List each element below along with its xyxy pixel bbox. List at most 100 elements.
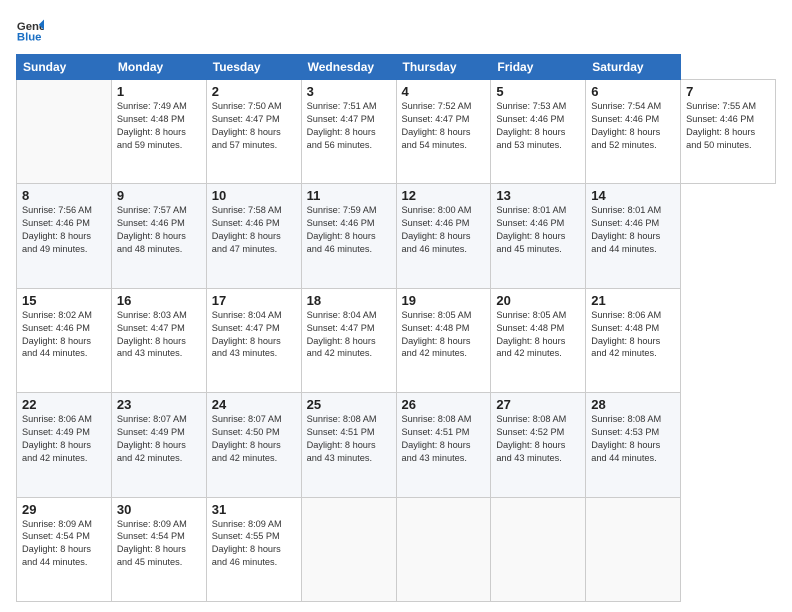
day-cell-19: 19 Sunrise: 8:05 AM Sunset: 4:48 PM Dayl… xyxy=(396,288,491,392)
day-number: 27 xyxy=(496,397,580,412)
day-number: 8 xyxy=(22,188,106,203)
empty-cell xyxy=(396,497,491,601)
day-number: 1 xyxy=(117,84,201,99)
day-number: 21 xyxy=(591,293,675,308)
day-detail: Sunrise: 7:59 AM Sunset: 4:46 PM Dayligh… xyxy=(307,204,391,256)
day-cell-16: 16 Sunrise: 8:03 AM Sunset: 4:47 PM Dayl… xyxy=(111,288,206,392)
calendar-body: 1 Sunrise: 7:49 AM Sunset: 4:48 PM Dayli… xyxy=(17,80,776,602)
day-detail: Sunrise: 7:57 AM Sunset: 4:46 PM Dayligh… xyxy=(117,204,201,256)
day-detail: Sunrise: 8:05 AM Sunset: 4:48 PM Dayligh… xyxy=(496,309,580,361)
day-detail: Sunrise: 7:56 AM Sunset: 4:46 PM Dayligh… xyxy=(22,204,106,256)
day-cell-24: 24 Sunrise: 8:07 AM Sunset: 4:50 PM Dayl… xyxy=(206,393,301,497)
day-cell-7: 7 Sunrise: 7:55 AM Sunset: 4:46 PM Dayli… xyxy=(681,80,776,184)
day-of-week-row: SundayMondayTuesdayWednesdayThursdayFrid… xyxy=(17,55,776,80)
day-number: 17 xyxy=(212,293,296,308)
day-detail: Sunrise: 7:50 AM Sunset: 4:47 PM Dayligh… xyxy=(212,100,296,152)
day-cell-12: 12 Sunrise: 8:00 AM Sunset: 4:46 PM Dayl… xyxy=(396,184,491,288)
day-cell-10: 10 Sunrise: 7:58 AM Sunset: 4:46 PM Dayl… xyxy=(206,184,301,288)
day-number: 6 xyxy=(591,84,675,99)
day-detail: Sunrise: 8:06 AM Sunset: 4:49 PM Dayligh… xyxy=(22,413,106,465)
day-cell-25: 25 Sunrise: 8:08 AM Sunset: 4:51 PM Dayl… xyxy=(301,393,396,497)
day-cell-13: 13 Sunrise: 8:01 AM Sunset: 4:46 PM Dayl… xyxy=(491,184,586,288)
day-cell-28: 28 Sunrise: 8:08 AM Sunset: 4:53 PM Dayl… xyxy=(586,393,681,497)
day-cell-22: 22 Sunrise: 8:06 AM Sunset: 4:49 PM Dayl… xyxy=(17,393,112,497)
dow-header-saturday: Saturday xyxy=(586,55,681,80)
day-number: 9 xyxy=(117,188,201,203)
day-number: 14 xyxy=(591,188,675,203)
day-number: 4 xyxy=(402,84,486,99)
day-detail: Sunrise: 8:06 AM Sunset: 4:48 PM Dayligh… xyxy=(591,309,675,361)
dow-header-wednesday: Wednesday xyxy=(301,55,396,80)
dow-header-monday: Monday xyxy=(111,55,206,80)
day-cell-30: 30 Sunrise: 8:09 AM Sunset: 4:54 PM Dayl… xyxy=(111,497,206,601)
day-cell-15: 15 Sunrise: 8:02 AM Sunset: 4:46 PM Dayl… xyxy=(17,288,112,392)
day-number: 25 xyxy=(307,397,391,412)
day-cell-6: 6 Sunrise: 7:54 AM Sunset: 4:46 PM Dayli… xyxy=(586,80,681,184)
day-cell-27: 27 Sunrise: 8:08 AM Sunset: 4:52 PM Dayl… xyxy=(491,393,586,497)
day-cell-11: 11 Sunrise: 7:59 AM Sunset: 4:46 PM Dayl… xyxy=(301,184,396,288)
day-number: 7 xyxy=(686,84,770,99)
day-detail: Sunrise: 8:07 AM Sunset: 4:49 PM Dayligh… xyxy=(117,413,201,465)
day-cell-17: 17 Sunrise: 8:04 AM Sunset: 4:47 PM Dayl… xyxy=(206,288,301,392)
day-cell-8: 8 Sunrise: 7:56 AM Sunset: 4:46 PM Dayli… xyxy=(17,184,112,288)
day-cell-31: 31 Sunrise: 8:09 AM Sunset: 4:55 PM Dayl… xyxy=(206,497,301,601)
day-number: 23 xyxy=(117,397,201,412)
day-detail: Sunrise: 8:08 AM Sunset: 4:52 PM Dayligh… xyxy=(496,413,580,465)
dow-header-thursday: Thursday xyxy=(396,55,491,80)
day-number: 30 xyxy=(117,502,201,517)
day-number: 26 xyxy=(402,397,486,412)
header: General Blue xyxy=(16,16,776,44)
day-detail: Sunrise: 8:07 AM Sunset: 4:50 PM Dayligh… xyxy=(212,413,296,465)
day-detail: Sunrise: 7:58 AM Sunset: 4:46 PM Dayligh… xyxy=(212,204,296,256)
day-number: 13 xyxy=(496,188,580,203)
empty-cell xyxy=(491,497,586,601)
day-detail: Sunrise: 7:49 AM Sunset: 4:48 PM Dayligh… xyxy=(117,100,201,152)
day-number: 31 xyxy=(212,502,296,517)
day-detail: Sunrise: 8:04 AM Sunset: 4:47 PM Dayligh… xyxy=(307,309,391,361)
day-number: 22 xyxy=(22,397,106,412)
day-detail: Sunrise: 7:52 AM Sunset: 4:47 PM Dayligh… xyxy=(402,100,486,152)
week-row-4: 22 Sunrise: 8:06 AM Sunset: 4:49 PM Dayl… xyxy=(17,393,776,497)
day-detail: Sunrise: 8:08 AM Sunset: 4:51 PM Dayligh… xyxy=(307,413,391,465)
day-cell-18: 18 Sunrise: 8:04 AM Sunset: 4:47 PM Dayl… xyxy=(301,288,396,392)
day-number: 15 xyxy=(22,293,106,308)
day-number: 18 xyxy=(307,293,391,308)
week-row-1: 1 Sunrise: 7:49 AM Sunset: 4:48 PM Dayli… xyxy=(17,80,776,184)
day-detail: Sunrise: 8:00 AM Sunset: 4:46 PM Dayligh… xyxy=(402,204,486,256)
dow-header-tuesday: Tuesday xyxy=(206,55,301,80)
day-detail: Sunrise: 7:51 AM Sunset: 4:47 PM Dayligh… xyxy=(307,100,391,152)
day-number: 2 xyxy=(212,84,296,99)
day-number: 19 xyxy=(402,293,486,308)
day-detail: Sunrise: 8:04 AM Sunset: 4:47 PM Dayligh… xyxy=(212,309,296,361)
day-detail: Sunrise: 8:01 AM Sunset: 4:46 PM Dayligh… xyxy=(496,204,580,256)
logo-icon: General Blue xyxy=(16,16,44,44)
day-cell-23: 23 Sunrise: 8:07 AM Sunset: 4:49 PM Dayl… xyxy=(111,393,206,497)
day-detail: Sunrise: 7:55 AM Sunset: 4:46 PM Dayligh… xyxy=(686,100,770,152)
day-detail: Sunrise: 8:03 AM Sunset: 4:47 PM Dayligh… xyxy=(117,309,201,361)
day-detail: Sunrise: 8:02 AM Sunset: 4:46 PM Dayligh… xyxy=(22,309,106,361)
day-number: 24 xyxy=(212,397,296,412)
week-row-2: 8 Sunrise: 7:56 AM Sunset: 4:46 PM Dayli… xyxy=(17,184,776,288)
dow-header-friday: Friday xyxy=(491,55,586,80)
day-detail: Sunrise: 7:54 AM Sunset: 4:46 PM Dayligh… xyxy=(591,100,675,152)
empty-cell xyxy=(301,497,396,601)
day-number: 16 xyxy=(117,293,201,308)
day-cell-2: 2 Sunrise: 7:50 AM Sunset: 4:47 PM Dayli… xyxy=(206,80,301,184)
day-number: 20 xyxy=(496,293,580,308)
day-number: 28 xyxy=(591,397,675,412)
day-cell-9: 9 Sunrise: 7:57 AM Sunset: 4:46 PM Dayli… xyxy=(111,184,206,288)
day-cell-20: 20 Sunrise: 8:05 AM Sunset: 4:48 PM Dayl… xyxy=(491,288,586,392)
day-number: 10 xyxy=(212,188,296,203)
day-number: 12 xyxy=(402,188,486,203)
day-cell-29: 29 Sunrise: 8:09 AM Sunset: 4:54 PM Dayl… xyxy=(17,497,112,601)
day-number: 3 xyxy=(307,84,391,99)
day-cell-26: 26 Sunrise: 8:08 AM Sunset: 4:51 PM Dayl… xyxy=(396,393,491,497)
day-detail: Sunrise: 8:09 AM Sunset: 4:55 PM Dayligh… xyxy=(212,518,296,570)
calendar-table: SundayMondayTuesdayWednesdayThursdayFrid… xyxy=(16,54,776,602)
day-cell-21: 21 Sunrise: 8:06 AM Sunset: 4:48 PM Dayl… xyxy=(586,288,681,392)
day-detail: Sunrise: 7:53 AM Sunset: 4:46 PM Dayligh… xyxy=(496,100,580,152)
week-row-5: 29 Sunrise: 8:09 AM Sunset: 4:54 PM Dayl… xyxy=(17,497,776,601)
day-detail: Sunrise: 8:05 AM Sunset: 4:48 PM Dayligh… xyxy=(402,309,486,361)
day-detail: Sunrise: 8:09 AM Sunset: 4:54 PM Dayligh… xyxy=(22,518,106,570)
week-row-3: 15 Sunrise: 8:02 AM Sunset: 4:46 PM Dayl… xyxy=(17,288,776,392)
